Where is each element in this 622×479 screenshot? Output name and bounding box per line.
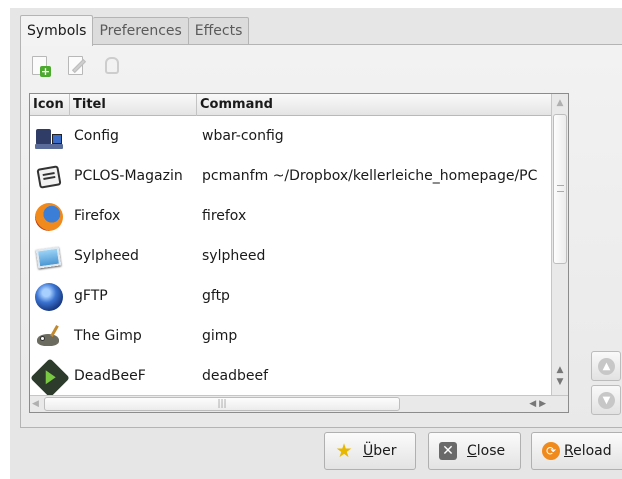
horizontal-scroll-thumb[interactable]: ||| (44, 397, 400, 411)
window: Symbols Preferences Effects + Icon Titel… (10, 8, 622, 479)
list-item[interactable]: DeadBeeF deadbeef (30, 356, 552, 398)
item-command: pcmanfm ~/Dropbox/kellerleiche_homepage/… (202, 168, 538, 184)
item-command: deadbeef (202, 368, 269, 384)
tab-bar: Symbols Preferences Effects (20, 15, 250, 46)
firefox-icon (35, 203, 63, 231)
column-header-icon[interactable]: Icon (30, 94, 70, 116)
item-title: PCLOS-Magazin (74, 168, 183, 184)
vertical-scrollbar[interactable]: ▲ ▲ ▼ (551, 94, 568, 396)
move-down-button[interactable]: ▼ (591, 385, 621, 415)
symbols-panel: + Icon Titel Command Config wbar-config (20, 44, 622, 428)
scroll-arrows-icon[interactable]: ▲ ▼ (552, 364, 568, 390)
item-title: gFTP (74, 288, 108, 304)
tab-preferences[interactable]: Preferences (93, 17, 189, 45)
symbol-list[interactable]: Icon Titel Command Config wbar-config PC… (29, 93, 569, 413)
column-header-command[interactable]: Command (197, 94, 552, 116)
tab-symbols[interactable]: Symbols (20, 15, 94, 46)
list-item[interactable]: Sylpheed sylpheed (30, 236, 552, 276)
about-button[interactable]: ★ Über (324, 432, 416, 470)
about-button-label: Über (363, 443, 397, 459)
item-title: The Gimp (74, 328, 142, 344)
vertical-scroll-thumb[interactable] (553, 114, 567, 264)
close-button[interactable]: ✕ Close (428, 432, 521, 470)
star-icon: ★ (335, 440, 353, 462)
list-item[interactable]: Config wbar-config (30, 116, 552, 156)
item-command: sylpheed (202, 248, 266, 264)
list-item[interactable]: Firefox firefox (30, 196, 552, 236)
close-button-label: Close (467, 443, 506, 459)
delete-button[interactable] (101, 55, 123, 77)
pclos-magazine-icon (35, 163, 63, 191)
add-button[interactable]: + (29, 55, 51, 77)
gimp-icon (35, 323, 63, 351)
list-header: Icon Titel Command (30, 94, 552, 116)
item-command: gimp (202, 328, 238, 344)
tab-effects[interactable]: Effects (188, 17, 250, 45)
close-icon: ✕ (439, 442, 457, 460)
scroll-up-arrow-icon[interactable]: ▲ (552, 94, 568, 112)
edit-button[interactable] (65, 55, 87, 77)
item-command: wbar-config (202, 128, 284, 144)
move-up-button[interactable]: ▲ (591, 351, 621, 381)
item-title: Sylpheed (74, 248, 139, 264)
gftp-icon (35, 283, 63, 311)
reload-button-label: Reload (564, 443, 612, 459)
list-rows: Config wbar-config PCLOS-Magazin pcmanfm… (30, 116, 552, 398)
item-title: Firefox (74, 208, 121, 224)
item-command: gftp (202, 288, 230, 304)
deadbeef-icon (30, 358, 70, 398)
scroll-left-right-arrows-icon[interactable]: ◀ ▶ (529, 396, 546, 412)
config-icon (35, 123, 63, 151)
horizontal-scrollbar[interactable]: ◀ ||| ◀ ▶ (30, 395, 568, 412)
item-command: firefox (202, 208, 247, 224)
move-up-icon: ▲ (598, 358, 615, 375)
list-item[interactable]: gFTP gftp (30, 276, 552, 316)
reload-icon: ⟳ (542, 442, 560, 460)
list-item[interactable]: The Gimp gimp (30, 316, 552, 356)
scroll-left-arrow-icon[interactable]: ◀ (32, 396, 39, 412)
item-title: DeadBeeF (74, 368, 146, 384)
column-header-title[interactable]: Titel (70, 94, 197, 116)
move-down-icon: ▼ (598, 392, 615, 409)
sylpheed-icon (35, 243, 63, 271)
toolbar: + (29, 55, 123, 77)
item-title: Config (74, 128, 119, 144)
reload-button[interactable]: ⟳ Reload (531, 432, 622, 470)
list-item[interactable]: PCLOS-Magazin pcmanfm ~/Dropbox/kellerle… (30, 156, 552, 196)
